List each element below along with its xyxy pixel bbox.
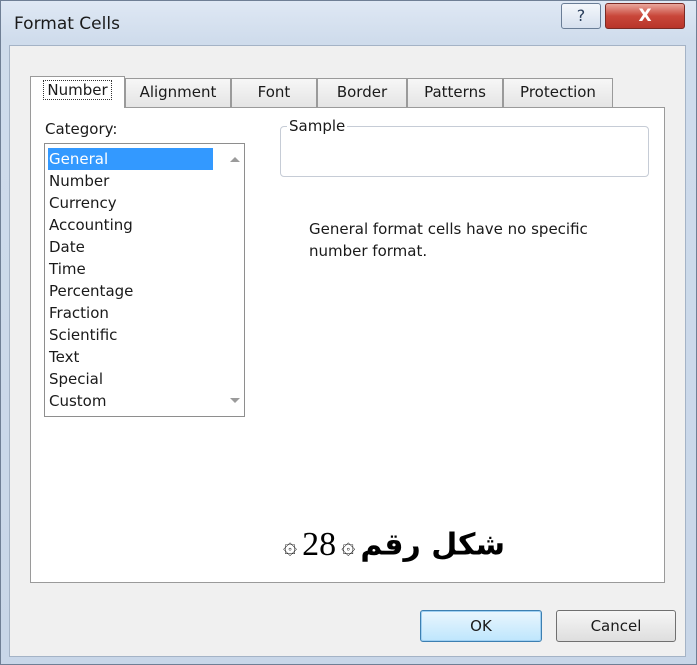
- dialog-title: Format Cells: [14, 14, 120, 34]
- tab-protection[interactable]: Protection: [503, 78, 613, 107]
- category-item-fraction[interactable]: Fraction: [48, 302, 213, 324]
- tab-font[interactable]: Font: [231, 78, 317, 107]
- category-item-general[interactable]: General: [48, 148, 213, 170]
- close-button[interactable]: X: [605, 3, 685, 29]
- tab-border[interactable]: Border: [317, 78, 407, 107]
- caption-word: شكل رقم: [360, 527, 505, 563]
- category-label: Category:: [45, 120, 118, 138]
- category-item-accounting[interactable]: Accounting: [48, 214, 213, 236]
- category-item-percentage[interactable]: Percentage: [48, 280, 213, 302]
- ok-button[interactable]: OK: [420, 610, 542, 642]
- caption-ornament-left-icon: ۞: [282, 531, 298, 559]
- dialog-client-area: Number Alignment Font Border Patterns Pr…: [9, 45, 686, 657]
- tab-alignment[interactable]: Alignment: [125, 78, 231, 107]
- number-tab-panel: Category: General Number Currency Accoun…: [30, 107, 665, 583]
- category-listbox[interactable]: General Number Currency Accounting Date …: [44, 143, 245, 417]
- help-button[interactable]: ?: [561, 3, 601, 29]
- format-description: General format cells have no specific nu…: [309, 220, 588, 260]
- category-item-text[interactable]: Text: [48, 346, 213, 368]
- cancel-button[interactable]: Cancel: [556, 610, 676, 642]
- category-item-date[interactable]: Date: [48, 236, 213, 258]
- sample-label: Sample: [287, 117, 348, 135]
- tab-patterns[interactable]: Patterns: [407, 78, 503, 107]
- tab-number[interactable]: Number: [30, 76, 125, 108]
- category-item-currency[interactable]: Currency: [48, 192, 213, 214]
- caption-number: 28: [302, 526, 337, 563]
- category-item-special[interactable]: Special: [48, 368, 213, 390]
- category-scrollbar[interactable]: [226, 145, 243, 415]
- caption-ornament-right-icon: ۞: [341, 531, 356, 559]
- figure-caption: ۞ 28 ۞ شكل رقم: [269, 526, 519, 576]
- category-item-time[interactable]: Time: [48, 258, 213, 280]
- scroll-down-arrow-icon[interactable]: [230, 398, 240, 403]
- scroll-up-arrow-icon[interactable]: [230, 157, 240, 162]
- close-icon: X: [638, 6, 652, 26]
- title-bar[interactable]: Format Cells ? X: [1, 1, 696, 45]
- category-item-scientific[interactable]: Scientific: [48, 324, 213, 346]
- format-cells-dialog: Format Cells ? X Number Alignment Font B…: [0, 0, 697, 665]
- help-icon: ?: [576, 6, 586, 25]
- category-item-custom[interactable]: Custom: [48, 390, 213, 412]
- sample-group: Sample: [280, 117, 649, 177]
- category-item-number[interactable]: Number: [48, 170, 213, 192]
